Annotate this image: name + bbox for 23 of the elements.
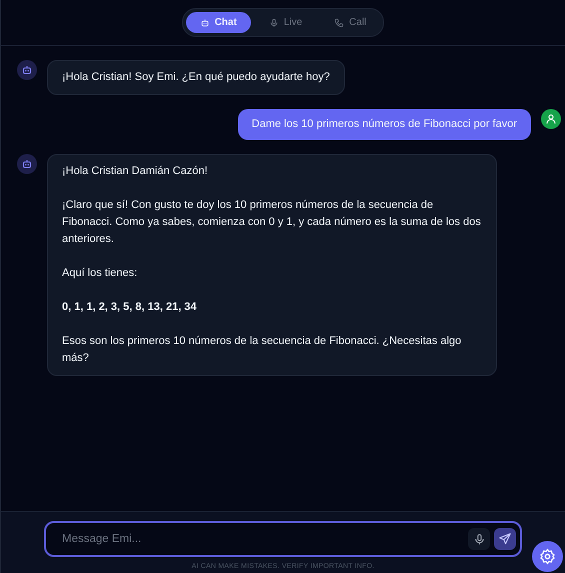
phone-icon xyxy=(334,18,344,28)
message-text: ¡Claro que sí! Con gusto te doy los 10 primeros números de la secuencia de Fibonacci. Como ya sabes, comienza con 0 y 1, y cada número es la suma de los dos anteriores. xyxy=(62,198,482,247)
message-input[interactable]: Message Emi... xyxy=(60,532,464,546)
send-button[interactable] xyxy=(494,528,516,550)
message-field[interactable]: Message Emi... xyxy=(44,521,522,557)
message-text: ¡Hola Cristian Damián Cazón! xyxy=(62,164,208,179)
message-text: Dame los 10 primeros números de Fibonacci por favor xyxy=(252,117,517,132)
settings-icon xyxy=(539,548,556,565)
bot-avatar xyxy=(17,60,37,80)
message-text: Aquí los tienes: xyxy=(62,266,138,281)
bot-avatar xyxy=(17,154,37,174)
microphone-icon xyxy=(268,18,279,28)
microphone-icon xyxy=(472,532,486,546)
send-icon xyxy=(498,532,512,546)
message-text: Esos son los primeros 10 números de la secuencia de Fibonacci. ¿Necesitas algo más? xyxy=(62,334,462,366)
message-text: ¡Hola Cristian! Soy Emi. ¿En qué puedo ayudarte hoy? xyxy=(62,70,330,85)
mode-tab[interactable]: Live xyxy=(254,12,316,33)
message-text: 0, 1, 1, 2, 3, 5, 8, 13, 21, 34 xyxy=(62,300,198,315)
mode-tab[interactable]: Call xyxy=(320,12,380,33)
settings-button[interactable] xyxy=(532,541,563,572)
microphone-button[interactable] xyxy=(468,528,490,550)
user-avatar xyxy=(541,109,561,129)
mode-tab[interactable]: Chat xyxy=(186,12,251,33)
